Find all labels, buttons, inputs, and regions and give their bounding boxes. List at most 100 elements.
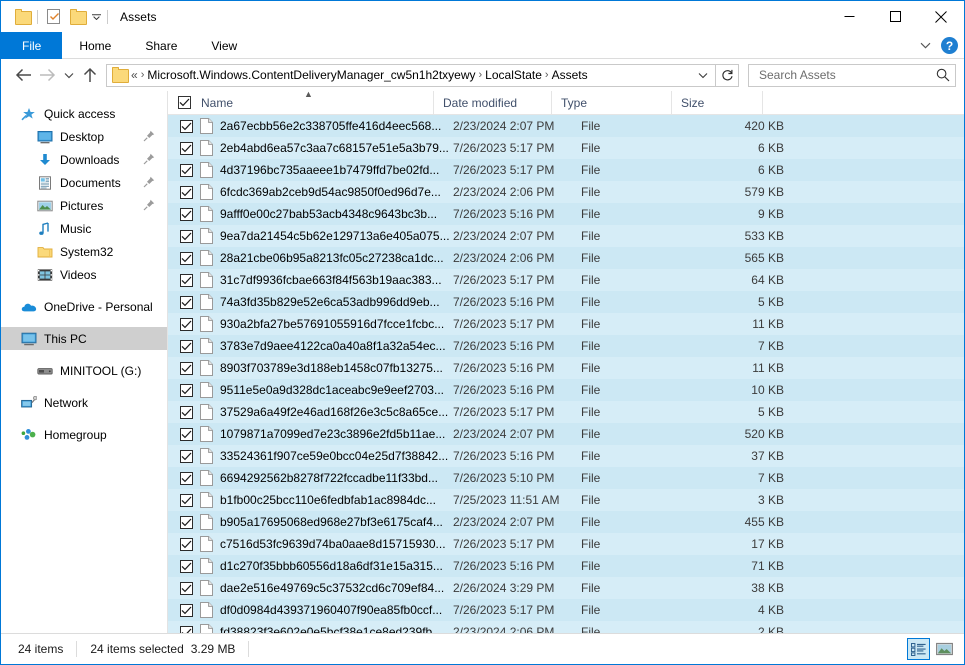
minimize-button[interactable] <box>826 1 872 32</box>
pin-icon[interactable] <box>143 130 155 142</box>
breadcrumb-bar[interactable]: « › Microsoft.Windows.ContentDeliveryMan… <box>106 63 716 87</box>
tab-view[interactable]: View <box>194 32 254 59</box>
table-row[interactable]: 3783e7d9aee4122ca0a40a8f1a32a54ec... 7/26… <box>168 335 964 357</box>
sidebar-item-minitool-g[interactable]: MINITOOL (G:) <box>1 359 167 382</box>
row-checkbox[interactable] <box>180 361 193 375</box>
pin-icon[interactable] <box>143 176 155 188</box>
search-box[interactable] <box>748 63 956 87</box>
sidebar-item-quick-access[interactable]: Quick access <box>1 102 167 125</box>
row-checkbox[interactable] <box>180 273 193 287</box>
row-checkbox[interactable] <box>180 339 193 353</box>
row-checkbox[interactable] <box>180 537 193 551</box>
pin-icon[interactable] <box>143 153 155 165</box>
row-checkbox[interactable] <box>180 449 193 463</box>
column-header-name[interactable]: Name ▲ <box>168 89 433 114</box>
navigation-pane[interactable]: Quick access Desktop Downloads Documents… <box>1 91 167 633</box>
back-button[interactable] <box>11 63 35 87</box>
table-row[interactable]: b1fb00c25bcc110e6fedbfab1ac8984dc... 7/25… <box>168 489 964 511</box>
table-row[interactable]: 9511e5e0a9d328dc1aceabc9e9eef2703... 7/26… <box>168 379 964 401</box>
table-row[interactable]: 74a3fd35b829e52e6ca53adb996dd9eb... 7/26/… <box>168 291 964 313</box>
breadcrumb-segment-0[interactable]: Microsoft.Windows.ContentDeliveryManager… <box>147 68 475 82</box>
row-checkbox[interactable] <box>180 295 193 309</box>
row-checkbox[interactable] <box>180 427 193 441</box>
row-checkbox[interactable] <box>180 471 193 485</box>
row-checkbox[interactable] <box>180 625 193 633</box>
forward-button[interactable] <box>35 63 59 87</box>
column-header-size[interactable]: Size <box>671 91 762 114</box>
pin-icon[interactable] <box>143 199 155 211</box>
sidebar-item-network[interactable]: Network <box>1 391 167 414</box>
tab-file[interactable]: File <box>1 32 63 59</box>
row-checkbox[interactable] <box>180 207 193 221</box>
row-checkbox[interactable] <box>180 405 193 419</box>
column-header-type[interactable]: Type <box>551 91 671 114</box>
table-row[interactable]: c7516d53fc9639d74ba0aae8d15715930... 7/26… <box>168 533 964 555</box>
sidebar-item-pictures[interactable]: Pictures <box>1 194 167 217</box>
table-row[interactable]: 6fcdc369ab2ceb9d54ac9850f0ed96d7e... 2/23… <box>168 181 964 203</box>
tab-share[interactable]: Share <box>128 32 194 59</box>
table-row[interactable]: b905a17695068ed968e27bf3e6175caf4... 2/23… <box>168 511 964 533</box>
row-checkbox[interactable] <box>180 317 193 331</box>
sidebar-item-homegroup[interactable]: Homegroup <box>1 423 167 446</box>
table-row[interactable]: 2eb4abd6ea57c3aa7c68157e51e5a3b79... 7/26… <box>168 137 964 159</box>
breadcrumb-sep-1[interactable]: › <box>479 69 483 81</box>
refresh-button[interactable] <box>716 63 739 87</box>
up-button[interactable] <box>78 63 102 87</box>
details-view-button[interactable] <box>907 638 930 660</box>
breadcrumb-dropdown-button[interactable] <box>693 65 713 86</box>
row-checkbox[interactable] <box>180 581 193 595</box>
table-row[interactable]: 28a21cbe06b95a8213fc05c27238ca1dc... 2/23… <box>168 247 964 269</box>
qat-folder-icon[interactable] <box>10 6 34 28</box>
tab-home[interactable]: Home <box>62 32 128 59</box>
table-row[interactable]: 33524361f907ce59e0bcc04e25d7f38842... 7/2… <box>168 445 964 467</box>
qat-customize-button[interactable] <box>89 7 104 27</box>
sidebar-item-music[interactable]: Music <box>1 217 167 240</box>
qat-properties-button[interactable] <box>41 6 65 28</box>
search-input[interactable] <box>757 67 936 83</box>
sidebar-item-downloads[interactable]: Downloads <box>1 148 167 171</box>
row-checkbox[interactable] <box>180 229 193 243</box>
row-checkbox[interactable] <box>180 185 193 199</box>
table-row[interactable]: d1c270f35bbb60556d18a6df31e15a315... 7/26… <box>168 555 964 577</box>
large-icons-view-button[interactable] <box>933 638 956 660</box>
breadcrumb-overflow[interactable]: « <box>131 68 138 82</box>
row-checkbox[interactable] <box>180 559 193 573</box>
row-checkbox[interactable] <box>180 383 193 397</box>
sidebar-item-this-pc[interactable]: This PC <box>1 327 167 350</box>
recent-locations-button[interactable] <box>59 63 78 87</box>
table-row[interactable]: 1079871a7099ed7e23c3896e2fd5b11ae... 2/23… <box>168 423 964 445</box>
table-row[interactable]: 31c7df9936fcbae663f84f563b19aac383... 7/2… <box>168 269 964 291</box>
close-button[interactable] <box>918 1 964 32</box>
breadcrumb-sep-2[interactable]: › <box>545 69 549 81</box>
qat-new-folder-button[interactable] <box>65 6 89 28</box>
breadcrumb-segment-1[interactable]: LocalState <box>485 68 542 82</box>
table-row[interactable]: 37529a6a49f2e46ad168f26e3c5c8a65ce... 7/2… <box>168 401 964 423</box>
table-row[interactable]: 2a67ecbb56e2c338705ffe416d4eec568... 2/23… <box>168 115 964 137</box>
search-icon[interactable] <box>936 68 950 82</box>
help-icon[interactable]: ? <box>941 37 958 54</box>
table-row[interactable]: dae2e516e49769c5c37532cd6c709ef84... 2/26… <box>168 577 964 599</box>
row-checkbox[interactable] <box>180 119 193 133</box>
row-checkbox[interactable] <box>180 163 193 177</box>
select-all-checkbox[interactable] <box>178 96 191 109</box>
sidebar-item-videos[interactable]: Videos <box>1 263 167 286</box>
sidebar-item-desktop[interactable]: Desktop <box>1 125 167 148</box>
table-row[interactable]: 4d37196bc735aaeee1b7479ffd7be02fd... 7/26… <box>168 159 964 181</box>
table-row[interactable]: 9ea7da21454c5b62e129713a6e405a075... 2/23… <box>168 225 964 247</box>
row-checkbox[interactable] <box>180 251 193 265</box>
table-row[interactable]: fd38823f3e602e0e5bcf38e1ce8ed239fb... 2/2… <box>168 621 964 633</box>
row-checkbox[interactable] <box>180 141 193 155</box>
sidebar-item-documents[interactable]: Documents <box>1 171 167 194</box>
table-row[interactable]: 6694292562b8278f722fccadbe11f33bd... 7/26… <box>168 467 964 489</box>
table-row[interactable]: df0d0984d439371960407f90ea85fb0ccf... 7/2… <box>168 599 964 621</box>
sidebar-item-onedrive[interactable]: OneDrive - Personal <box>1 295 167 318</box>
table-row[interactable]: 930a2bfa27be57691055916d7fcce1fcbc... 7/2… <box>168 313 964 335</box>
row-checkbox[interactable] <box>180 515 193 529</box>
table-row[interactable]: 8903f703789e3d188eb1458c07fb13275... 7/26… <box>168 357 964 379</box>
table-row[interactable]: 9afff0e00c27bab53acb4348c9643bc3b... 7/26… <box>168 203 964 225</box>
maximize-button[interactable] <box>872 1 918 32</box>
sidebar-item-system32[interactable]: System32 <box>1 240 167 263</box>
row-checkbox[interactable] <box>180 493 193 507</box>
column-header-date-modified[interactable]: Date modified <box>433 91 551 114</box>
row-checkbox[interactable] <box>180 603 193 617</box>
